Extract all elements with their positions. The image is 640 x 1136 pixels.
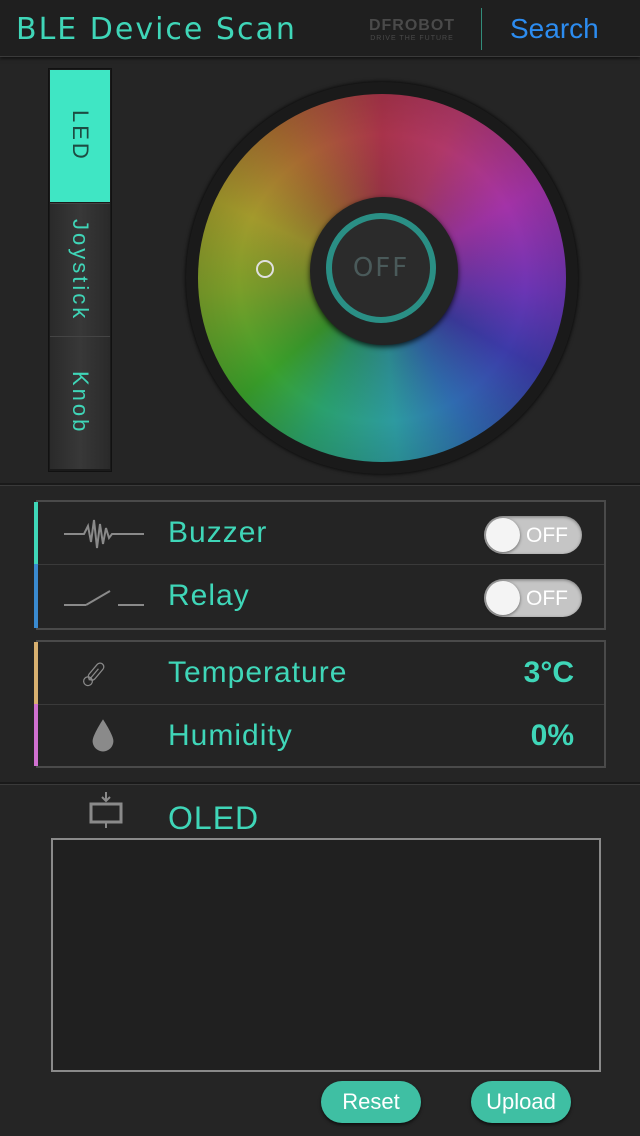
buzzer-toggle-state: OFF: [526, 524, 568, 547]
tab-knob[interactable]: Knob: [50, 336, 110, 469]
section-divider: [0, 483, 640, 486]
oled-label: OLED: [168, 800, 260, 836]
temperature-row: Temperature 3°C: [38, 642, 604, 704]
header-divider: [481, 8, 482, 50]
relay-toggle-state: OFF: [526, 587, 568, 610]
tab-joystick[interactable]: Joystick: [50, 203, 110, 336]
buzzer-toggle[interactable]: OFF: [484, 516, 582, 554]
upload-button[interactable]: Upload: [471, 1081, 571, 1123]
humidity-row: Humidity 0%: [38, 704, 604, 767]
relay-row: Relay OFF: [38, 564, 604, 627]
tab-joystick-label: Joystick: [68, 218, 93, 322]
humidity-value: 0%: [530, 719, 574, 752]
display-icon: [89, 792, 123, 828]
logo-text: DFROBOT: [368, 17, 456, 34]
relay-label: Relay: [168, 579, 250, 612]
switch-icon: [64, 590, 144, 606]
color-picker-handle[interactable]: [256, 260, 274, 278]
mode-tab-bar: LED Joystick Knob: [48, 68, 112, 472]
oled-text-area[interactable]: [51, 838, 601, 1072]
toggle-thumb: [486, 518, 520, 552]
tab-led[interactable]: LED: [50, 70, 110, 202]
buzzer-label: Buzzer: [168, 516, 268, 549]
thermometer-icon: [83, 662, 105, 687]
sensors-panel: Temperature 3°C Humidity 0%: [34, 640, 606, 768]
humidity-label: Humidity: [168, 719, 293, 752]
toggle-thumb: [486, 581, 520, 615]
droplet-icon: [92, 719, 114, 752]
led-power-button[interactable]: OFF: [326, 213, 436, 323]
app-title: BLE Device Scan: [16, 12, 297, 47]
tab-knob-label: Knob: [68, 371, 93, 435]
outputs-panel: Buzzer OFF Relay OFF: [34, 500, 606, 630]
temperature-label: Temperature: [168, 656, 348, 689]
section-divider: [0, 782, 640, 785]
temperature-value: 3°C: [523, 656, 574, 689]
waveform-icon: [64, 519, 144, 549]
logo-tagline: DRIVE THE FUTURE: [370, 35, 454, 42]
tab-led-label: LED: [68, 110, 93, 162]
reset-button[interactable]: Reset: [321, 1081, 421, 1123]
relay-toggle[interactable]: OFF: [484, 579, 582, 617]
search-button[interactable]: Search: [510, 13, 599, 45]
buzzer-row: Buzzer OFF: [38, 502, 604, 564]
dfrobot-logo: DFROBOT DRIVE THE FUTURE: [354, 18, 470, 44]
